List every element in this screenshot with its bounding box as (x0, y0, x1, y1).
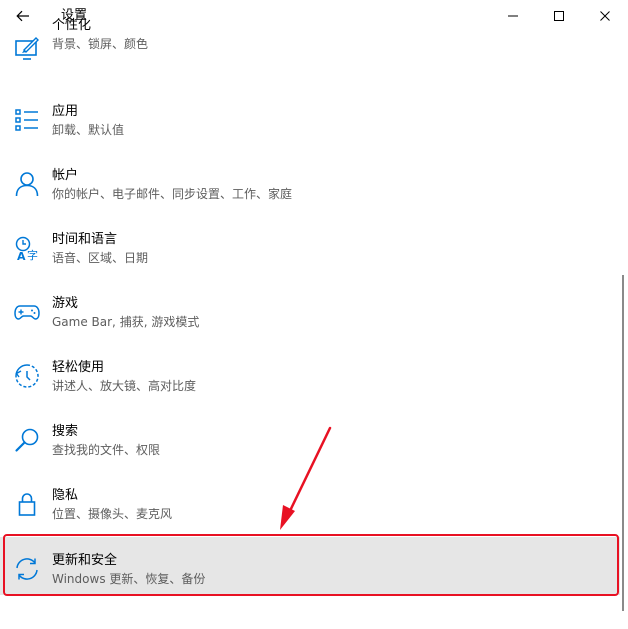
settings-item-search[interactable]: 搜索 查找我的文件、权限 (0, 394, 620, 458)
settings-item-title: 时间和语言 (52, 232, 118, 247)
account-icon (13, 170, 41, 198)
settings-item-gaming[interactable]: 游戏 Game Bar, 捕获, 游戏模式 (0, 266, 620, 330)
settings-item-accounts[interactable]: 帐户 你的帐户、电子邮件、同步设置、工作、家庭 (0, 138, 620, 202)
apps-icon (13, 106, 41, 134)
settings-item-personalization[interactable]: 个性化 背景、锁屏、颜色 (0, 10, 620, 74)
settings-item-description: 背景、锁屏、颜色 (52, 37, 149, 51)
settings-item-time-language[interactable]: A 字 时间和语言 语音、区域、日期 (0, 202, 620, 266)
settings-item-apps[interactable]: 应用 卸载、默认值 (0, 74, 620, 138)
settings-item-ease-of-access[interactable]: 轻松使用 讲述人、放大镜、高对比度 (0, 330, 620, 394)
time-language-icon: A 字 (13, 234, 41, 262)
settings-item-title: 帐户 (52, 168, 79, 183)
settings-item-description: Windows 更新、恢复、备份 (52, 572, 206, 586)
settings-item-title: 游戏 (52, 296, 79, 311)
search-icon (13, 426, 41, 454)
ease-of-access-icon (13, 362, 41, 390)
svg-text:A: A (17, 250, 26, 261)
personalization-icon (13, 34, 41, 62)
settings-item-update-security[interactable]: 更新和安全 Windows 更新、恢复、备份 (0, 537, 620, 595)
settings-item-title: 应用 (52, 104, 79, 119)
settings-list: 个性化 背景、锁屏、颜色 应用 卸载、默认值 帐户 你的帐户、电子邮件、同步设置… (0, 18, 620, 629)
settings-item-description: Game Bar, 捕获, 游戏模式 (52, 315, 200, 329)
settings-item-description: 位置、摄像头、麦克风 (52, 507, 173, 521)
settings-item-description: 卸载、默认值 (52, 123, 125, 137)
settings-item-title: 个性化 (52, 18, 92, 33)
settings-item-description: 语音、区域、日期 (52, 251, 149, 265)
svg-text:字: 字 (27, 248, 38, 261)
privacy-lock-icon (13, 490, 41, 518)
settings-item-title: 隐私 (52, 488, 79, 503)
scrollbar[interactable] (622, 275, 624, 611)
gaming-icon (13, 298, 41, 326)
settings-item-title: 搜索 (52, 424, 79, 439)
update-security-icon (13, 555, 41, 583)
settings-item-title: 更新和安全 (52, 553, 118, 568)
settings-item-description: 你的帐户、电子邮件、同步设置、工作、家庭 (52, 187, 293, 201)
settings-item-privacy[interactable]: 隐私 位置、摄像头、麦克风 (0, 458, 620, 522)
settings-item-description: 查找我的文件、权限 (52, 443, 161, 457)
settings-item-description: 讲述人、放大镜、高对比度 (52, 379, 197, 393)
settings-item-title: 轻松使用 (52, 360, 105, 375)
